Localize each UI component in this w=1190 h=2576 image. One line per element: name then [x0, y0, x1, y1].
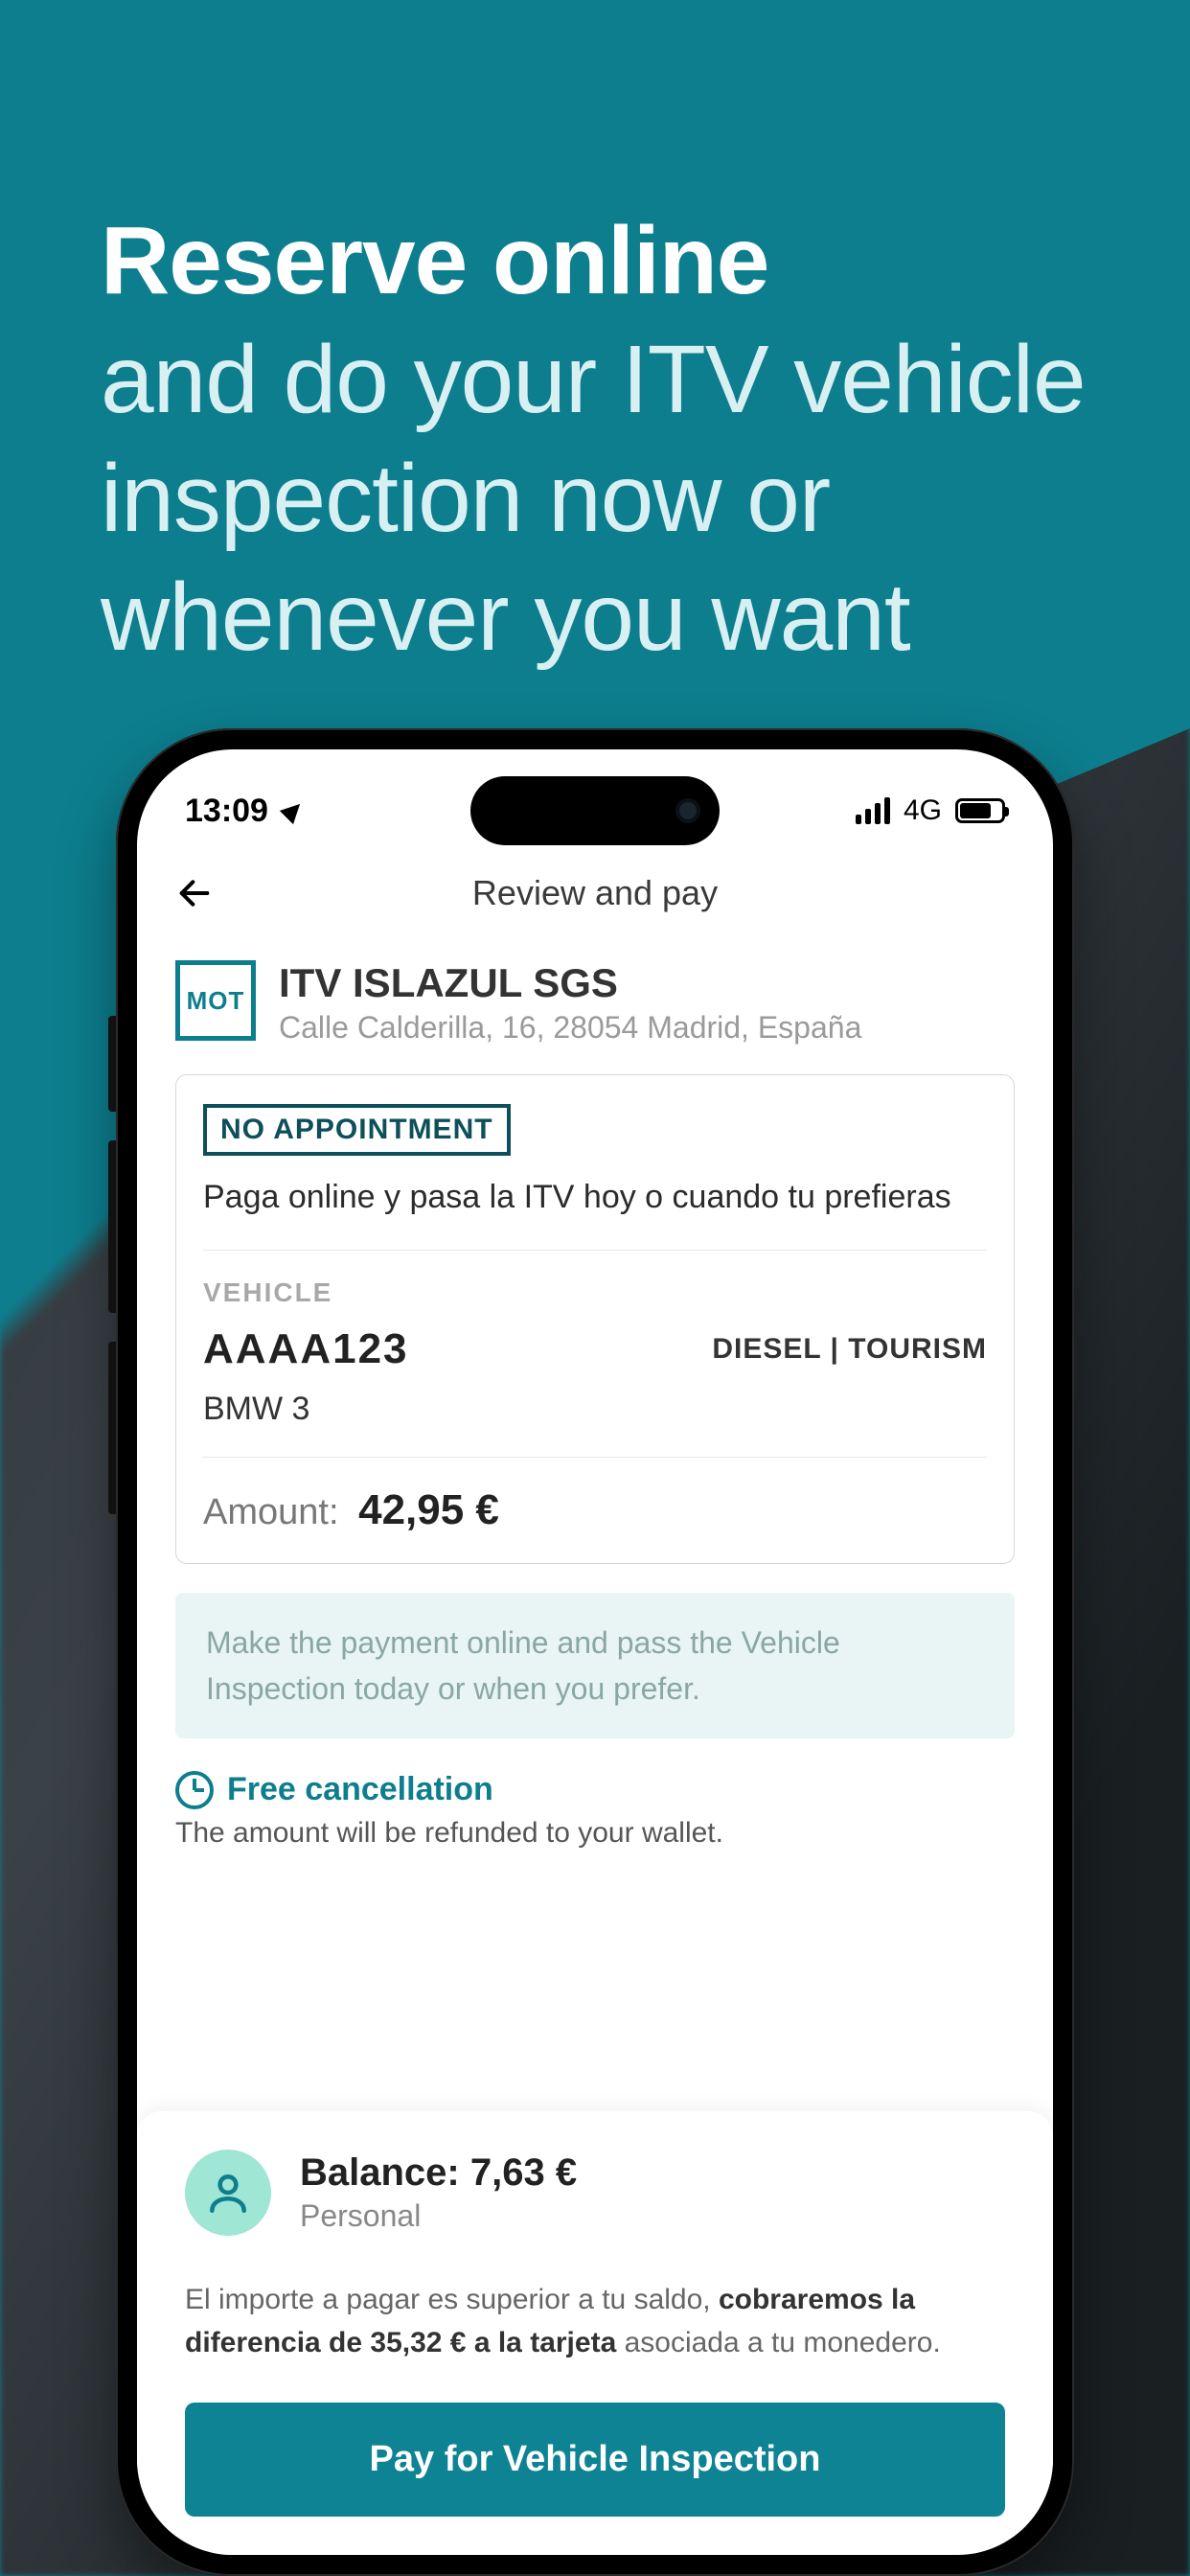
battery-icon	[955, 798, 1005, 823]
status-time: 13:09	[185, 793, 268, 830]
amount-label: Amount:	[203, 1492, 339, 1532]
cancellation-section: Free cancellation The amount will be ref…	[175, 1771, 1015, 1850]
back-button[interactable]	[175, 874, 214, 912]
vehicle-model: BMW 3	[203, 1391, 987, 1458]
app-store-screenshot: Reserve online and do your ITV vehicle i…	[0, 0, 1190, 2576]
vehicle-plate: AAAA123	[203, 1325, 409, 1373]
station-header: MOT ITV ISLAZUL SGS Calle Calderilla, 16…	[175, 960, 1015, 1046]
no-appointment-badge: NO APPOINTMENT	[203, 1104, 511, 1156]
cancellation-subtitle: The amount will be refunded to your wall…	[175, 1817, 1015, 1850]
info-banner: Make the payment online and pass the Veh…	[175, 1593, 1015, 1738]
station-name: ITV ISLAZUL SGS	[279, 960, 861, 1006]
headline-bold: Reserve online	[101, 207, 768, 314]
headline-rest: and do your ITV vehicle inspection now o…	[101, 326, 1086, 671]
user-icon	[185, 2150, 271, 2236]
amount-row: Amount: 42,95 €	[203, 1486, 987, 1534]
amount-value: 42,95 €	[358, 1486, 499, 1533]
cancellation-title: Free cancellation	[227, 1771, 493, 1808]
phone-frame: 13:09 4G Review and pay MOT	[116, 728, 1074, 2576]
balance-value: 7,63 €	[470, 2151, 577, 2194]
account-label: Personal	[300, 2198, 577, 2234]
wallet-note-suffix: asociada a tu monedero.	[616, 2327, 941, 2358]
booking-description: Paga online y pasa la ITV hoy o cuando t…	[203, 1175, 987, 1251]
signal-icon	[856, 797, 890, 824]
nav-bar: Review and pay	[137, 855, 1053, 932]
network-label: 4G	[904, 794, 942, 827]
location-icon	[280, 797, 307, 824]
clock-icon	[175, 1771, 214, 1809]
marketing-headline: Reserve online and do your ITV vehicle i…	[101, 201, 1190, 677]
balance-label: Balance:	[300, 2151, 460, 2194]
station-address: Calle Calderilla, 16, 28054 Madrid, Espa…	[279, 1010, 861, 1046]
pay-button[interactable]: Pay for Vehicle Inspection	[185, 2403, 1005, 2517]
phone-screen: 13:09 4G Review and pay MOT	[137, 749, 1053, 2555]
page-title: Review and pay	[472, 873, 718, 913]
wallet-note-prefix: El importe a pagar es superior a tu sald…	[185, 2284, 719, 2315]
wallet-note: El importe a pagar es superior a tu sald…	[185, 2278, 1005, 2364]
vehicle-fuel-type: DIESEL | TOURISM	[712, 1333, 987, 1366]
booking-card: NO APPOINTMENT Paga online y pasa la ITV…	[175, 1074, 1015, 1564]
wallet-card: Balance: 7,63 € Personal El importe a pa…	[137, 2111, 1053, 2555]
balance-line: Balance: 7,63 €	[300, 2151, 577, 2195]
station-badge: MOT	[175, 960, 256, 1041]
vehicle-section-label: VEHICLE	[203, 1277, 987, 1308]
dynamic-island	[470, 776, 720, 845]
